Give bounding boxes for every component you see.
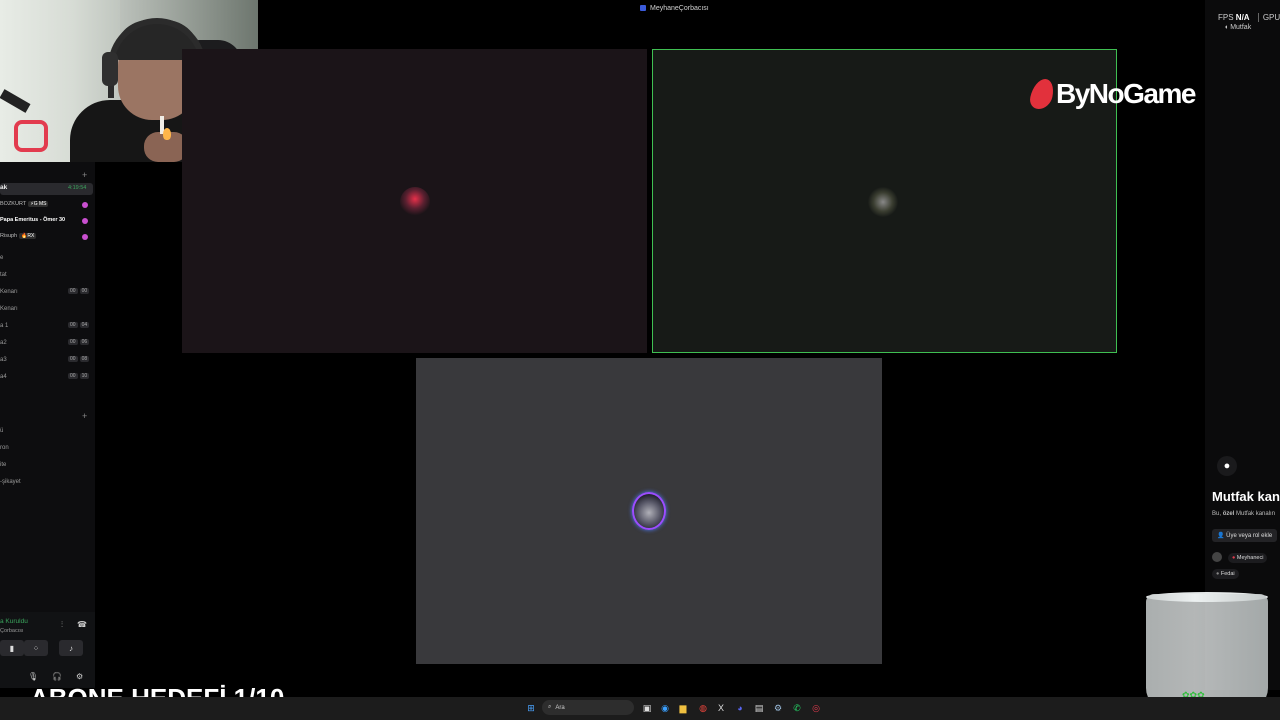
discord-icon[interactable]: ◕ [733,701,747,715]
voice-user[interactable]: Risuph 🔥RX [0,233,37,239]
taskbar-search[interactable]: ⌕ Ara [542,700,634,715]
text-channel-item[interactable]: ü [0,424,95,438]
windows-start-icon[interactable]: ⊞ [524,701,538,715]
channel-item[interactable]: tat [0,268,95,282]
user-count: 00 06 [68,339,90,345]
camera-button[interactable]: ▮ [0,640,24,656]
right-panel [1205,0,1280,690]
channel-timer: 4:19:54 [68,185,87,191]
channel-header: ◖ Mutfak [1224,24,1252,31]
text-channel-item[interactable]: -şikayet [0,475,95,489]
user-tag: 🔥RX [19,233,37,239]
window-title-text: MeyhaneÇorbacısı [650,4,709,12]
role-tag[interactable]: ● Fedai [1212,569,1239,579]
participant-avatar [400,187,430,217]
whatsapp-icon[interactable]: ✆ [790,701,804,715]
add-channel-icon[interactable]: + [82,411,87,421]
streaming-icon [82,218,88,224]
add-member-button[interactable]: 👤 Üye veya rol ekle [1212,529,1278,542]
voice-connected-label: a Kuruldu [0,618,28,625]
soundboard-button[interactable]: ♪ [59,640,83,656]
channel-welcome-title: Mutfak kan [1212,489,1280,504]
channel-item[interactable]: e [0,251,95,265]
user-tag: ⚡G MS [28,201,49,207]
active-channel-name: ak [0,184,8,191]
task-view-icon[interactable]: ▣ [640,701,654,715]
channel-item[interactable]: Kenarı [0,302,95,316]
user-count: 00 08 [68,356,90,362]
participant-avatar [868,187,898,217]
headphones-icon[interactable]: 🎧 [52,672,62,681]
chat-bubble-icon: ● [1217,456,1237,476]
text-channel-item[interactable]: ron [0,441,95,455]
x-icon[interactable]: X [714,701,728,715]
steam-icon[interactable]: ⚙ [771,701,785,715]
disconnect-icon[interactable]: ☎ [77,620,87,629]
obs-icon[interactable]: ◎ [809,701,823,715]
sponsor-logo: ByNoGame [1027,78,1196,110]
window-title: MeyhaneÇorbacısı [640,2,709,14]
user-add-icon: 👤 [1217,533,1225,539]
voice-user[interactable]: Papa Emeritus - Ömer 30 [0,217,65,223]
streaming-icon [82,202,88,208]
glass-cup [1146,594,1268,710]
text-channel-item[interactable]: ite [0,458,95,472]
speaker-icon: ◖ [1224,24,1229,31]
voice-server-name: Çorbacısı [0,628,24,634]
app-icon[interactable]: ▤ [752,701,766,715]
streaming-icon [82,234,88,240]
noise-suppression-icon[interactable]: ⫶ [61,620,63,630]
file-explorer-icon[interactable]: ▆ [676,701,690,715]
voice-user[interactable]: BOZKURT ⚡G MS [0,201,49,207]
edge-icon[interactable]: ◉ [658,701,672,715]
app-logo-icon [640,5,646,11]
user-count: 00 00 [68,288,90,294]
settings-gear-icon[interactable]: ⚙ [76,672,83,681]
channel-welcome-desc: Bu, özel Mutfak kanalın [1212,511,1276,517]
participant-avatar [632,492,666,530]
microphone-icon[interactable]: 🎙 [28,672,38,681]
bynogame-logo-icon [1027,79,1057,109]
user-count: 00 04 [68,322,90,328]
role-tag[interactable]: ● Meyhaneci [1228,553,1268,563]
activities-button[interactable]: ⁘ [24,640,48,656]
user-count: 00 10 [68,373,90,379]
avatar [1212,552,1222,562]
search-icon: ⌕ [548,704,552,710]
chrome-icon[interactable]: ◍ [696,701,710,715]
add-channel-icon[interactable]: + [82,170,87,180]
fps-counter: FPS N/A GPU [1218,13,1280,22]
